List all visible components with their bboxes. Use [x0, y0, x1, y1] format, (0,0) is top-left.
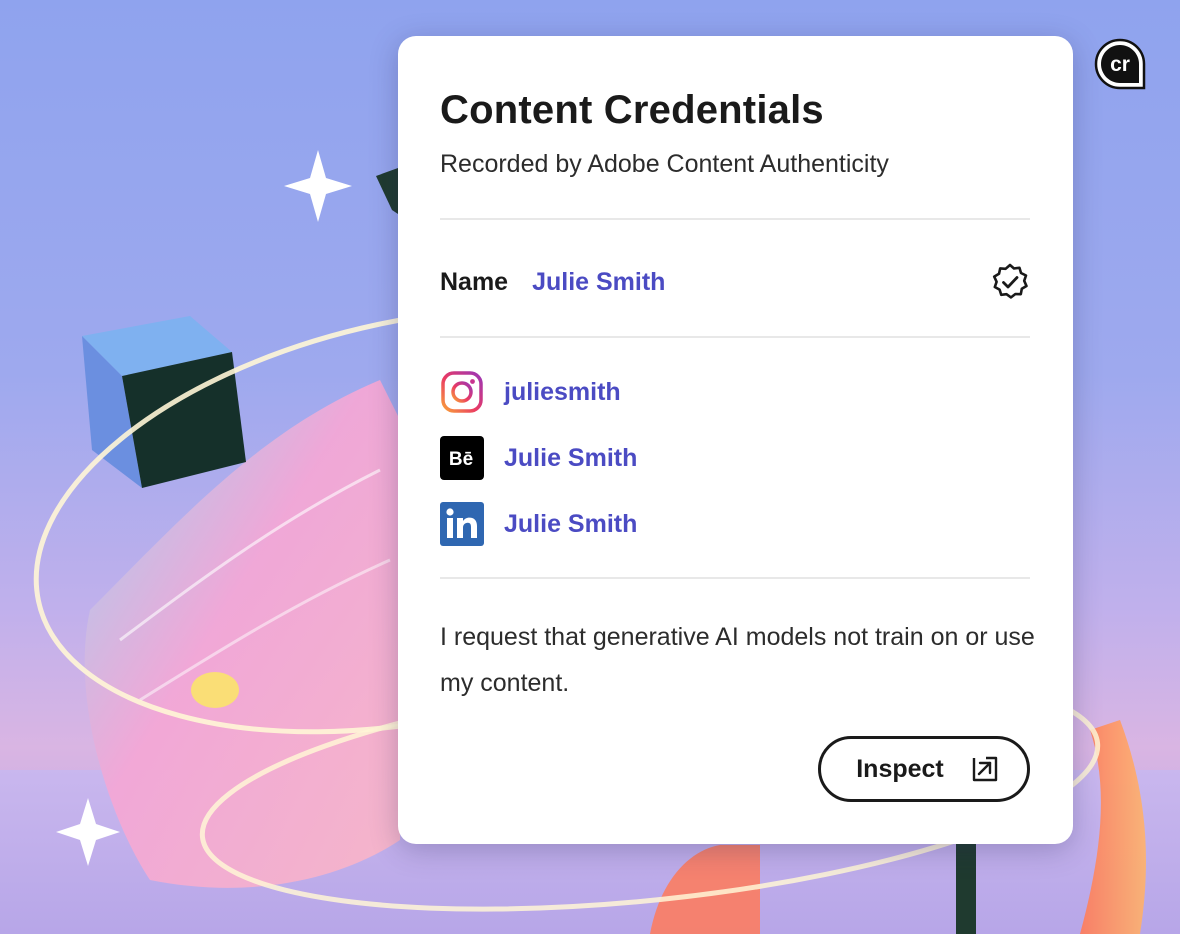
social-item-behance[interactable]: Bē Julie Smith [440, 436, 637, 480]
svg-text:Bē: Bē [449, 449, 473, 470]
instagram-handle: juliesmith [504, 377, 621, 406]
open-external-icon [972, 756, 997, 782]
card-subtitle: Recorded by Adobe Content Authenticity [440, 150, 889, 178]
inspect-label: Inspect [856, 754, 944, 783]
name-row: Name Julie Smith [440, 262, 1030, 302]
behance-icon: Bē [440, 436, 484, 480]
inspect-button[interactable]: Inspect [818, 736, 1030, 802]
divider [440, 218, 1030, 220]
verified-badge-icon [992, 263, 1028, 299]
name-label: Name [440, 267, 509, 296]
divider [440, 577, 1030, 579]
divider [440, 336, 1030, 338]
badge-text: cr [1110, 53, 1130, 76]
linkedin-icon [440, 502, 484, 546]
linkedin-name: Julie Smith [504, 509, 638, 538]
behance-name: Julie Smith [504, 443, 638, 472]
instagram-icon [441, 371, 483, 413]
ai-training-note: I request that generative AI models not … [440, 623, 1035, 697]
content-credentials-card: Content Credentials Recorded by Adobe Co… [398, 36, 1073, 844]
social-item-linkedin[interactable]: Julie Smith [440, 502, 637, 546]
name-value-link[interactable]: Julie Smith [532, 268, 665, 297]
card-title: Content Credentials [440, 88, 824, 132]
social-item-instagram[interactable]: juliesmith [440, 370, 621, 414]
content-credentials-pin-icon[interactable]: cr [1094, 38, 1146, 90]
